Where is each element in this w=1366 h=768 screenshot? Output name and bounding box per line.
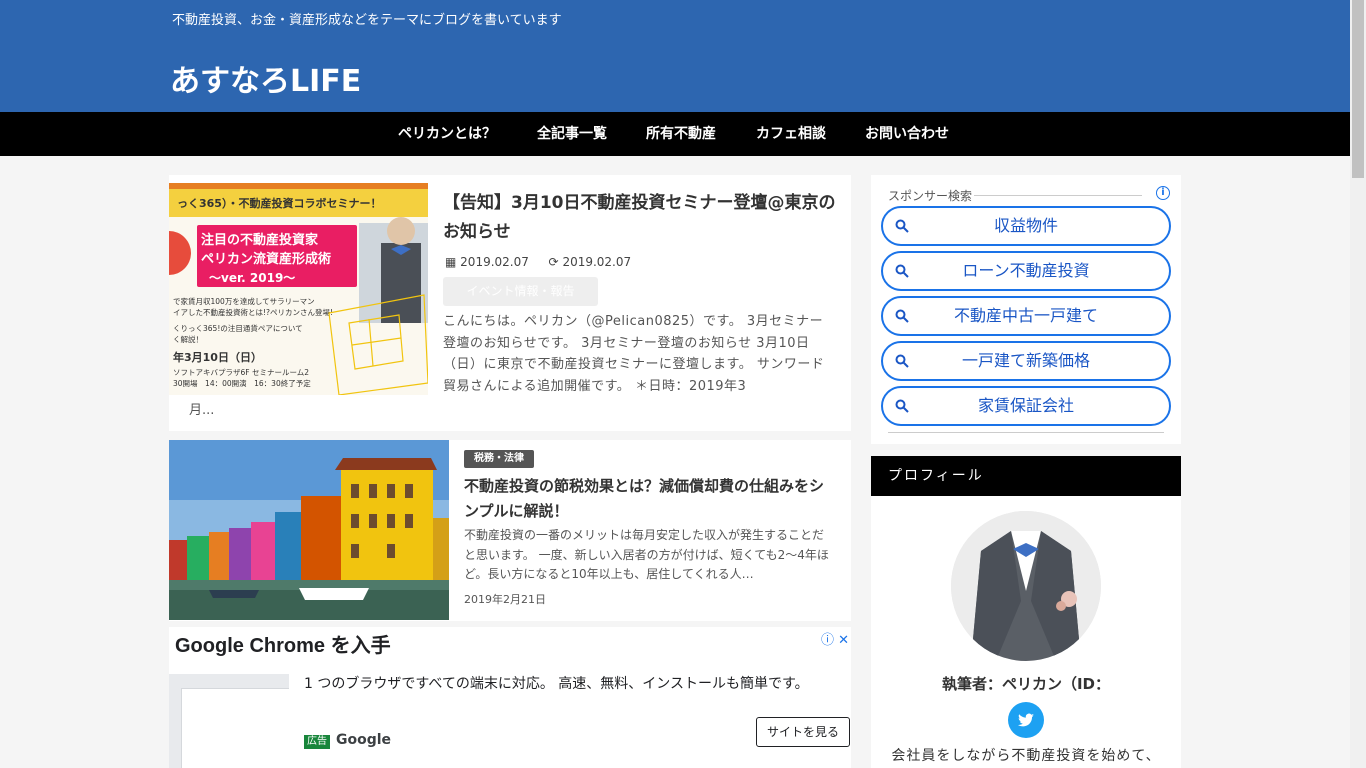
scrollbar-thumb[interactable] (1352, 0, 1364, 178)
thumb-line1: で家賃月収100万を達成してサラリーマン (173, 296, 315, 306)
search-link-label: 収益物件 (993, 216, 1058, 235)
nav-item-properties[interactable]: 所有不動産 (646, 112, 716, 156)
post-thumbnail[interactable]: っく365）・不動産投資コラボセミナー！ 注目の不動産投資家 ペリカン流資産形成… (169, 183, 428, 395)
site-header: 不動産投資、お金・資産形成などをテーマにブログを書いています あすなろLIFE (0, 0, 1350, 112)
category-badge[interactable]: イベント情報・報告 (443, 277, 598, 306)
page-scrollbar[interactable] (1350, 0, 1366, 768)
calendar-icon: ▦ (445, 255, 457, 269)
profile-bio: 会社員をしながら不動産投資を始めて、 (891, 748, 1161, 764)
twitter-icon[interactable] (1008, 702, 1044, 738)
search-link-0[interactable]: 収益物件 (881, 206, 1171, 246)
post-excerpt-tail: 月... (189, 403, 215, 418)
post-card[interactable]: 税務・法律 不動産投資の節税効果とは？減価償却費の仕組みをシンプルに解説！ 不動… (169, 440, 851, 621)
thumb-head1: 注目の不動産投資家 (201, 232, 319, 248)
thumb-line3: くりっく365!の注目通貨ペアについて (173, 323, 303, 333)
search-link-2[interactable]: 不動産中古一戸建て (881, 296, 1171, 336)
thumb-venue: ソフトアキバプラザ6F セミナールーム2 (173, 368, 309, 377)
avatar (951, 511, 1101, 661)
ad-choices-icon[interactable]: ⓘ ✕ (821, 629, 849, 648)
refresh-icon: ⟳ (548, 255, 559, 269)
thumb-banner: っく365）・不動産投資コラボセミナー！ (177, 196, 381, 210)
search-link-label: 一戸建て新築価格 (961, 351, 1090, 370)
browser-window-icon (181, 688, 289, 768)
post-excerpt: こんにちは。ペリカン（@Pelican0825）です。 3月セミナー登壇のお知ら… (443, 314, 825, 394)
search-link-label: 家賃保証会社 (977, 396, 1074, 415)
sponsored-search: スポンサー検索 i 収益物件 ローン不動産投資 不動産中古一戸建て 一戸建て新築… (871, 175, 1181, 444)
search-link-4[interactable]: 家賃保証会社 (881, 386, 1171, 426)
visit-site-button[interactable]: サイトを見る (756, 717, 850, 747)
post-title[interactable]: 不動産投資の節税効果とは？減価償却費の仕組みをシンプルに解説！ (464, 474, 834, 524)
search-link-3[interactable]: 一戸建て新築価格 (881, 341, 1171, 381)
post-date: 2019年2月21日 (464, 593, 546, 606)
ad-image[interactable] (169, 674, 289, 768)
info-icon[interactable]: i (1156, 186, 1170, 200)
thumb-date: 年3月10日（日） (173, 350, 262, 364)
divider (888, 432, 1164, 433)
ad-brand: Google (336, 732, 392, 748)
profile-name: 執筆者：ペリカン（ID： (941, 675, 1111, 693)
ad-title[interactable]: Google Chrome を入手 (175, 629, 391, 658)
sponsor-label: スポンサー検索 (888, 189, 973, 203)
nav-item-contact[interactable]: お問い合わせ (865, 112, 949, 156)
ad-unit[interactable]: Google Chrome を入手 ⓘ ✕ 1 つのブラウザですべての端末に対応… (169, 627, 851, 768)
thumb-time: 30開場 14：00開演 16：30終了予定 (173, 378, 311, 388)
post-updated-date: 2019.02.07 (562, 255, 632, 269)
post-published-date: 2019.02.07 (460, 255, 529, 269)
search-link-1[interactable]: ローン不動産投資 (881, 251, 1171, 291)
post-excerpt: 不動産投資の一番のメリットは毎月安定した収入が発生することだと思います。 一度、… (464, 528, 829, 581)
nav-item-about[interactable]: ペリカンとは？ (398, 112, 496, 156)
divider (974, 195, 1142, 196)
profile-widget: プロフィール 執筆者：ペリカン（ID： 会社員をしながら不動産投資を始めて、 (871, 456, 1181, 768)
main-nav: ペリカンとは？ 全記事一覧 所有不動産 カフェ相談 お問い合わせ (0, 112, 1350, 156)
profile-heading: プロフィール (871, 456, 1181, 496)
thumb-head2: ペリカン流資産形成術 (201, 251, 331, 267)
thumb-head3: 〜ver. 2019〜 (209, 271, 295, 285)
nav-item-all-posts[interactable]: 全記事一覧 (537, 112, 607, 156)
post-card[interactable]: っく365）・不動産投資コラボセミナー！ 注目の不動産投資家 ペリカン流資産形成… (169, 175, 851, 431)
post-thumbnail[interactable] (169, 440, 449, 620)
site-tagline: 不動産投資、お金・資産形成などをテーマにブログを書いています (172, 13, 562, 28)
site-title[interactable]: あすなろLIFE (170, 56, 361, 100)
search-link-label: 不動産中古一戸建て (953, 306, 1098, 325)
nav-item-cafe[interactable]: カフェ相談 (756, 112, 826, 156)
post-meta: ▦ 2019.02.07 ⟳ 2019.02.07 (445, 255, 631, 269)
thumb-line2: イアした不動産投資術とは!?ペリカンさん登場! (173, 307, 333, 317)
category-badge[interactable]: 税務・法律 (464, 450, 534, 468)
post-title[interactable]: 【告知】3月10日不動産投資セミナー登壇@東京のお知らせ (443, 189, 843, 247)
thumb-line4: く解説！ (173, 334, 203, 344)
ad-badge: 広告 (304, 735, 330, 749)
ad-text: 1 つのブラウザですべての端末に対応。 高速、無料、インストールも簡単です。 (304, 676, 809, 692)
search-link-label: ローン不動産投資 (962, 261, 1090, 280)
